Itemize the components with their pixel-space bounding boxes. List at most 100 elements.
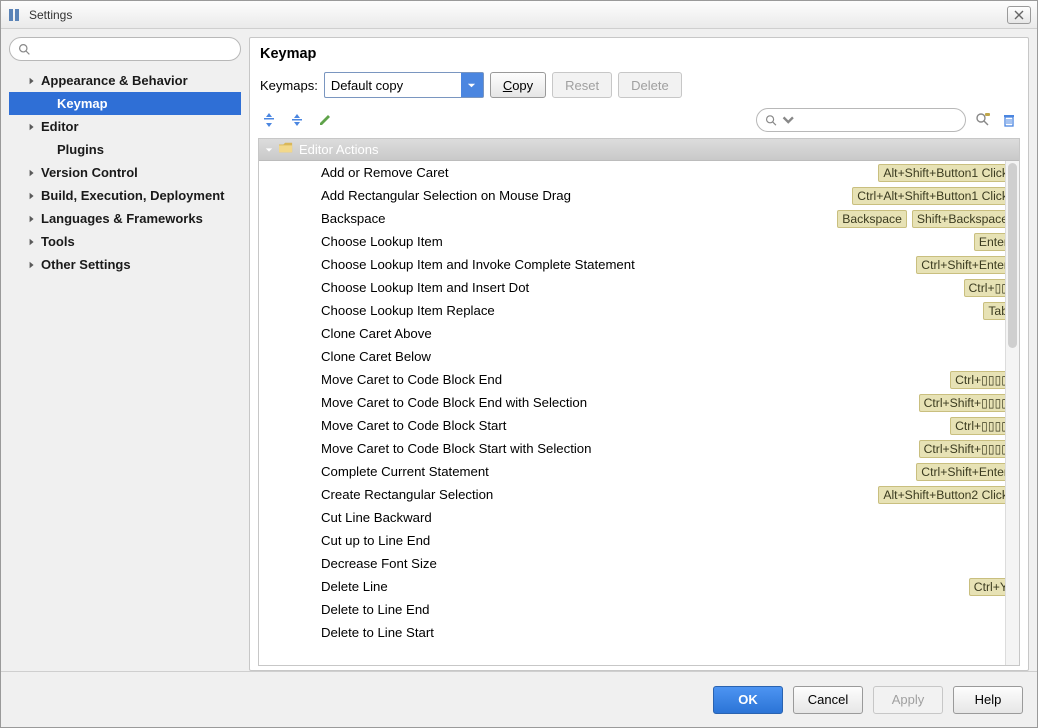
shortcut-badge: Ctrl+▯▯▯▯ (950, 371, 1013, 389)
actions-search-input[interactable] (756, 108, 966, 132)
group-label: Editor Actions (299, 142, 379, 157)
action-row[interactable]: Move Caret to Code Block Start with Sele… (259, 437, 1019, 460)
action-row[interactable]: Delete to Line End (259, 598, 1019, 621)
action-shortcuts: Ctrl+Shift+Enter (916, 463, 1013, 481)
delete-shortcut-icon[interactable] (1000, 111, 1018, 129)
action-name: Move Caret to Code Block Start (321, 418, 950, 433)
action-row[interactable]: Move Caret to Code Block End with Select… (259, 391, 1019, 414)
action-row[interactable]: Clone Caret Below (259, 345, 1019, 368)
app-icon (7, 7, 23, 23)
shortcut-badge: Ctrl+Shift+▯▯▯▯ (919, 440, 1013, 458)
action-row[interactable]: Move Caret to Code Block EndCtrl+▯▯▯▯ (259, 368, 1019, 391)
chevron-right-icon (27, 214, 37, 224)
action-row[interactable]: Move Caret to Code Block StartCtrl+▯▯▯▯ (259, 414, 1019, 437)
sidebar-item-label: Plugins (57, 142, 104, 157)
action-name: Complete Current Statement (321, 464, 916, 479)
action-row[interactable]: Cut up to Line End (259, 529, 1019, 552)
action-row[interactable]: Cut Line Backward (259, 506, 1019, 529)
action-name: Delete to Line Start (321, 625, 1013, 640)
action-row[interactable]: Choose Lookup Item and Invoke Complete S… (259, 253, 1019, 276)
action-row[interactable]: Add or Remove CaretAlt+Shift+Button1 Cli… (259, 161, 1019, 184)
scrollbar-thumb[interactable] (1008, 163, 1017, 348)
shortcut-badge: Ctrl+Shift+Enter (916, 463, 1013, 481)
action-name: Clone Caret Above (321, 326, 1013, 341)
apply-button[interactable]: Apply (873, 686, 943, 714)
panel-title: Keymap (258, 44, 1020, 70)
sidebar: Appearance & Behavior Keymap Editor Plugins… (9, 37, 241, 671)
sidebar-item-appearance-behavior[interactable]: Appearance & Behavior (9, 69, 241, 92)
find-shortcut-icon[interactable] (974, 111, 992, 129)
sidebar-search-input[interactable] (9, 37, 241, 61)
sidebar-item-label: Other Settings (41, 257, 131, 272)
action-shortcuts: Alt+Shift+Button1 Click (878, 164, 1013, 182)
titlebar: Settings (1, 1, 1037, 29)
action-row[interactable]: Add Rectangular Selection on Mouse DragC… (259, 184, 1019, 207)
action-row[interactable]: BackspaceBackspace Shift+Backspace (259, 207, 1019, 230)
collapse-all-icon[interactable] (288, 111, 306, 129)
action-row[interactable]: Clone Caret Above (259, 322, 1019, 345)
folder-icon (279, 142, 293, 157)
action-row[interactable]: Delete to Line Start (259, 621, 1019, 644)
action-row[interactable]: Delete LineCtrl+Y (259, 575, 1019, 598)
action-shortcuts: Backspace Shift+Backspace (837, 210, 1013, 228)
sidebar-item-keymap[interactable]: Keymap (9, 92, 241, 115)
ok-button[interactable]: OK (713, 686, 783, 714)
keymap-panel: Keymap Keymaps: Default copy Copy Reset … (249, 37, 1029, 671)
action-name: Cut up to Line End (321, 533, 1013, 548)
client-area: Appearance & Behavior Keymap Editor Plugins… (1, 29, 1037, 671)
shortcut-badge: Ctrl+▯▯▯▯ (950, 417, 1013, 435)
action-row[interactable]: Choose Lookup Item ReplaceTab (259, 299, 1019, 322)
sidebar-item-tools[interactable]: Tools (9, 230, 241, 253)
sidebar-item-build-execution-deployment[interactable]: Build, Execution, Deployment (9, 184, 241, 207)
sidebar-item-label: Appearance & Behavior (41, 73, 188, 88)
sidebar-tree: Appearance & Behavior Keymap Editor Plugins… (9, 69, 241, 276)
toolbar-icons (260, 111, 334, 129)
actions-search-field[interactable] (798, 112, 957, 128)
keymaps-label: Keymaps: (260, 78, 318, 93)
shortcut-badge: Shift+Backspace (912, 210, 1013, 228)
sidebar-item-label: Keymap (57, 96, 108, 111)
sidebar-search-field[interactable] (37, 41, 232, 57)
delete-button[interactable]: Delete (618, 72, 682, 98)
scrollbar[interactable] (1005, 161, 1019, 665)
keymaps-combo-button[interactable] (461, 73, 483, 97)
sidebar-item-other-settings[interactable]: Other Settings (9, 253, 241, 276)
chevron-down-icon (265, 142, 273, 157)
sidebar-item-plugins[interactable]: Plugins (9, 138, 241, 161)
search-icon (765, 114, 778, 127)
action-row[interactable]: Create Rectangular SelectionAlt+Shift+Bu… (259, 483, 1019, 506)
sidebar-item-editor[interactable]: Editor (9, 115, 241, 138)
action-shortcuts: Ctrl+▯▯▯▯ (950, 371, 1013, 389)
shortcut-badge: Alt+Shift+Button1 Click (878, 164, 1013, 182)
action-shortcuts: Ctrl+▯▯▯▯ (950, 417, 1013, 435)
action-shortcuts: Alt+Shift+Button2 Click (878, 486, 1013, 504)
action-name: Create Rectangular Selection (321, 487, 878, 502)
action-row[interactable]: Choose Lookup ItemEnter (259, 230, 1019, 253)
shortcut-badge: Ctrl+Alt+Shift+Button1 Click (852, 187, 1013, 205)
keymaps-combo[interactable]: Default copy (324, 72, 484, 98)
reset-button[interactable]: Reset (552, 72, 612, 98)
copy-button[interactable]: Copy (490, 72, 546, 98)
shortcut-badge: Backspace (837, 210, 907, 228)
action-shortcuts: Ctrl+Shift+Enter (916, 256, 1013, 274)
sidebar-item-version-control[interactable]: Version Control (9, 161, 241, 184)
actions-list[interactable]: Add or Remove CaretAlt+Shift+Button1 Cli… (259, 161, 1019, 665)
sidebar-item-label: Languages & Frameworks (41, 211, 203, 226)
actions-container: Editor Actions Add or Remove CaretAlt+Sh… (258, 138, 1020, 666)
action-shortcuts: Ctrl+Alt+Shift+Button1 Click (852, 187, 1013, 205)
edit-icon[interactable] (316, 111, 334, 129)
action-name: Cut Line Backward (321, 510, 1013, 525)
cancel-button[interactable]: Cancel (793, 686, 863, 714)
chevron-right-icon (27, 122, 37, 132)
sidebar-item-label: Build, Execution, Deployment (41, 188, 224, 203)
action-row[interactable]: Decrease Font Size (259, 552, 1019, 575)
sidebar-item-languages-frameworks[interactable]: Languages & Frameworks (9, 207, 241, 230)
help-button[interactable]: Help (953, 686, 1023, 714)
window-close-button[interactable] (1007, 6, 1031, 24)
expand-all-icon[interactable] (260, 111, 278, 129)
action-name: Clone Caret Below (321, 349, 1013, 364)
editor-actions-group-header[interactable]: Editor Actions (259, 139, 1019, 161)
action-name: Delete Line (321, 579, 969, 594)
action-row[interactable]: Complete Current StatementCtrl+Shift+Ent… (259, 460, 1019, 483)
action-row[interactable]: Choose Lookup Item and Insert DotCtrl+▯▯ (259, 276, 1019, 299)
